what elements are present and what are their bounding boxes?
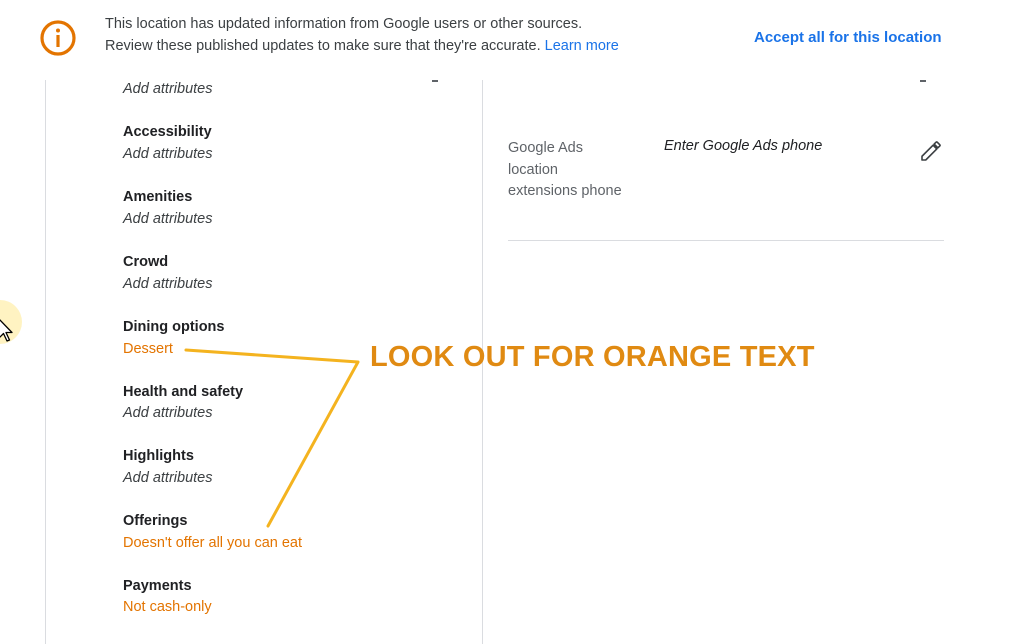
google-ads-phone-label: Google Ads location extensions phone <box>508 138 648 203</box>
attribute-title-offerings: Offerings <box>123 513 188 529</box>
attribute-title-crowd: Crowd <box>123 254 169 270</box>
attribute-value-crowd[interactable]: Add attributes <box>123 276 212 292</box>
attribute-title-highlights: Highlights <box>123 448 194 464</box>
info-icon <box>40 20 76 56</box>
learn-more-link[interactable]: Learn more <box>545 38 619 54</box>
panel-edge-mark <box>432 80 438 82</box>
phone-label-line: extensions phone <box>508 183 622 199</box>
attribute-value-accessibility[interactable]: Add attributes <box>123 146 212 162</box>
attribute-value-highlights[interactable]: Add attributes <box>123 470 212 486</box>
banner-submessage-text: Review these published updates to make s… <box>105 38 541 54</box>
attribute-value-health-and-safety[interactable]: Add attributes <box>123 405 212 421</box>
attribute-value-offerings[interactable]: Doesn't offer all you can eat <box>123 535 302 551</box>
phone-label-line: Google Ads <box>508 140 583 156</box>
google-ads-phone-value[interactable]: Enter Google Ads phone <box>664 138 822 154</box>
annotation-label: LOOK OUT FOR ORANGE TEXT <box>370 341 815 373</box>
attribute-value-dining-options[interactable]: Dessert <box>123 341 173 357</box>
mouse-cursor-icon <box>0 319 13 342</box>
banner-submessage: Review these published updates to make s… <box>105 38 619 54</box>
pencil-icon[interactable] <box>919 139 943 163</box>
info-banner: This location has updated information fr… <box>0 0 1024 80</box>
attribute-title-dining-options: Dining options <box>123 319 225 335</box>
panel-edge-mark <box>920 80 926 82</box>
attribute-title-payments: Payments <box>123 578 192 594</box>
attribute-title-amenities: Amenities <box>123 189 193 205</box>
attribute-value-payments[interactable]: Not cash-only <box>123 599 212 615</box>
attribute-value-amenities[interactable]: Add attributes <box>123 211 212 227</box>
attribute-title-accessibility: Accessibility <box>123 124 212 140</box>
accept-all-button[interactable]: Accept all for this location <box>754 29 942 46</box>
banner-message: This location has updated information fr… <box>105 16 583 32</box>
field-divider <box>508 240 944 241</box>
phone-label-line: location <box>508 161 558 178</box>
card-left-border <box>45 80 46 644</box>
annotation-arrow <box>184 348 360 528</box>
attribute-value[interactable]: Add attributes <box>123 81 212 97</box>
attribute-title-health-and-safety: Health and safety <box>123 384 244 400</box>
